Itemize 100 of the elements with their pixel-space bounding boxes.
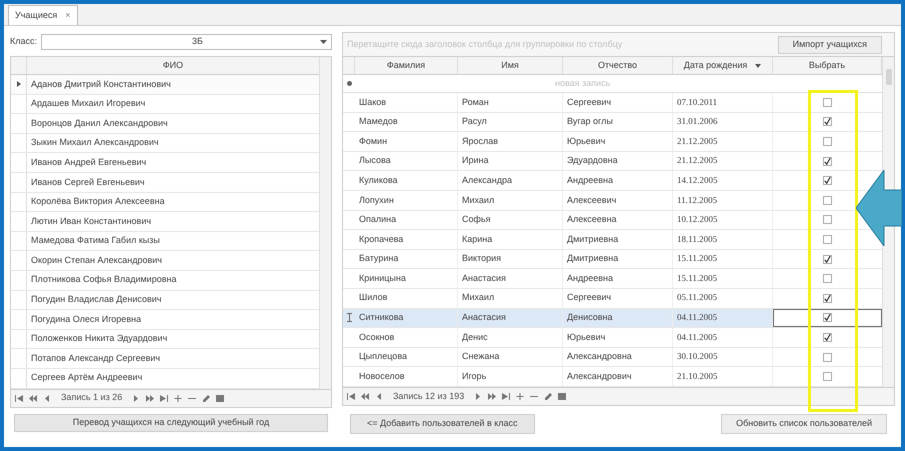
table-cell: Эдуардовна: [563, 152, 673, 170]
checkbox[interactable]: [823, 156, 832, 166]
arrow-icon: [856, 170, 902, 246]
table-cell-text: Ардашев Михаил Игоревич: [30, 97, 146, 110]
table-cell: Вугар оглы: [563, 112, 673, 132]
checkbox[interactable]: [823, 313, 832, 322]
table-cell: Михаил: [458, 190, 563, 210]
table-cell-text: Сергеев Артём Андреевич: [30, 371, 144, 384]
table-cell: Сергеевич: [563, 93, 673, 112]
previous-icon[interactable]: [43, 394, 51, 402]
first-page-icon[interactable]: [347, 392, 355, 400]
record-counter: Запись 1 из 26: [61, 391, 122, 404]
table-cell: Михаил: [458, 288, 563, 308]
table-cell: Фомин: [355, 132, 458, 151]
previous-page-icon[interactable]: [29, 394, 37, 402]
table-cell: 18.11.2005: [673, 230, 773, 249]
checkbox[interactable]: [823, 372, 832, 382]
next-icon[interactable]: [132, 394, 140, 402]
checkbox[interactable]: [823, 196, 832, 205]
table-cell: Роман: [458, 93, 563, 112]
last-page-icon[interactable]: [160, 394, 168, 402]
first-page-icon[interactable]: [15, 394, 23, 402]
checkbox[interactable]: [823, 274, 832, 284]
table-cell: 30.10.2005: [673, 348, 773, 366]
table-cell: 21.10.2005: [673, 367, 773, 386]
edit-icon[interactable]: [544, 392, 552, 400]
table-cell: Юрьевич: [563, 132, 673, 151]
table-cell: Ситникова: [355, 308, 458, 328]
table-cell: Ярослав: [458, 132, 563, 151]
table-cell: 11.12.2005: [673, 190, 773, 210]
table-cell: Лысова: [355, 152, 458, 170]
table-cell: Денисовна: [563, 308, 673, 328]
table-cell: Осокнов: [355, 328, 458, 347]
table-cell-text: Потапов Александр Сергеевич: [30, 352, 162, 365]
edit-cursor-icon: [346, 313, 352, 322]
table-cell: Андреевна: [563, 171, 673, 190]
close-button[interactable]: ×: [65, 8, 70, 22]
table-cell: Куликова: [355, 171, 458, 190]
scrollbar[interactable]: [319, 57, 331, 388]
promote-button[interactable]: Перевод учащихся на следующий учебный год: [14, 414, 328, 432]
tab[interactable]: Учащиеся: [15, 8, 58, 22]
checkbox[interactable]: [823, 254, 832, 264]
checkbox[interactable]: [823, 332, 832, 342]
add-icon[interactable]: [516, 392, 524, 400]
import-button[interactable]: Импорт учащихся: [778, 36, 882, 54]
checkbox[interactable]: [823, 215, 832, 224]
table-cell: Юрьевич: [563, 328, 673, 347]
table-cell: 10.12.2005: [673, 210, 773, 230]
checkbox[interactable]: [823, 176, 832, 186]
table-cell: Батурина: [355, 250, 458, 268]
table-cell: Александровна: [563, 348, 673, 366]
table-cell-text: Плотникова Софья Владимировна: [30, 273, 178, 286]
table-cell: 04.11.2005: [673, 328, 773, 347]
table-cell: Новоселов: [355, 367, 458, 386]
table-cell: 21.12.2005: [673, 132, 773, 151]
checkbox[interactable]: [823, 294, 832, 303]
next-page-icon[interactable]: [146, 394, 154, 402]
refresh-button[interactable]: Обновить список пользователей: [721, 414, 887, 434]
table-cell: Дмитриевна: [563, 230, 673, 249]
cancel-icon[interactable]: [216, 394, 224, 402]
table-cell: 05.11.2005: [673, 288, 773, 308]
table-cell: Цыплецова: [355, 348, 458, 366]
edit-icon[interactable]: [202, 394, 210, 402]
cancel-icon[interactable]: [558, 392, 566, 400]
table-cell: Лопухин: [355, 190, 458, 210]
checkbox[interactable]: [823, 117, 832, 126]
table-cell: Расул: [458, 112, 563, 132]
table-cell-text: Аданов Дмитрий Константинович: [30, 78, 172, 91]
next-page-icon[interactable]: [488, 392, 496, 400]
table-cell: Игорь: [458, 367, 563, 386]
table-cell: Шилов: [355, 288, 458, 308]
checkbox[interactable]: [823, 352, 832, 362]
table-cell: Сергеевич: [563, 288, 673, 308]
previous-page-icon[interactable]: [361, 392, 369, 400]
checkbox[interactable]: [823, 98, 832, 107]
table-cell: Александра: [458, 171, 563, 190]
checkbox[interactable]: [823, 136, 832, 146]
table-cell-text: Воронцов Данил Александрович: [30, 116, 169, 130]
table-cell: Криницына: [355, 269, 458, 288]
add-button[interactable]: <= Добавить пользователей в класс: [350, 414, 535, 434]
column-header[interactable]: Дата рождения: [673, 57, 773, 74]
column-header[interactable]: Фамилия: [355, 57, 458, 74]
add-icon[interactable]: [174, 394, 182, 402]
checkbox[interactable]: [823, 234, 832, 244]
table-cell: Виктория: [458, 250, 563, 268]
column-header[interactable]: Отчество: [563, 57, 673, 74]
table-cell: Дмитриевна: [563, 250, 673, 268]
new-row-icon: [346, 81, 352, 86]
previous-icon[interactable]: [375, 392, 383, 400]
class-dropdown[interactable]: 3Б: [41, 34, 332, 50]
table-cell: Софья: [458, 210, 563, 230]
table-cell-text: Иванов Сергей Евгеньевич: [30, 176, 146, 189]
column-header[interactable]: Имя: [458, 57, 563, 74]
table-cell-text: Погудин Владислав Денисович: [30, 293, 162, 306]
table-cell: Кропачева: [355, 230, 458, 249]
table-cell: 15.11.2005: [673, 269, 773, 288]
table-cell: Андреевна: [563, 269, 673, 288]
next-icon[interactable]: [474, 392, 482, 400]
last-page-icon[interactable]: [502, 392, 510, 400]
table-cell: 14.12.2005: [673, 171, 773, 190]
